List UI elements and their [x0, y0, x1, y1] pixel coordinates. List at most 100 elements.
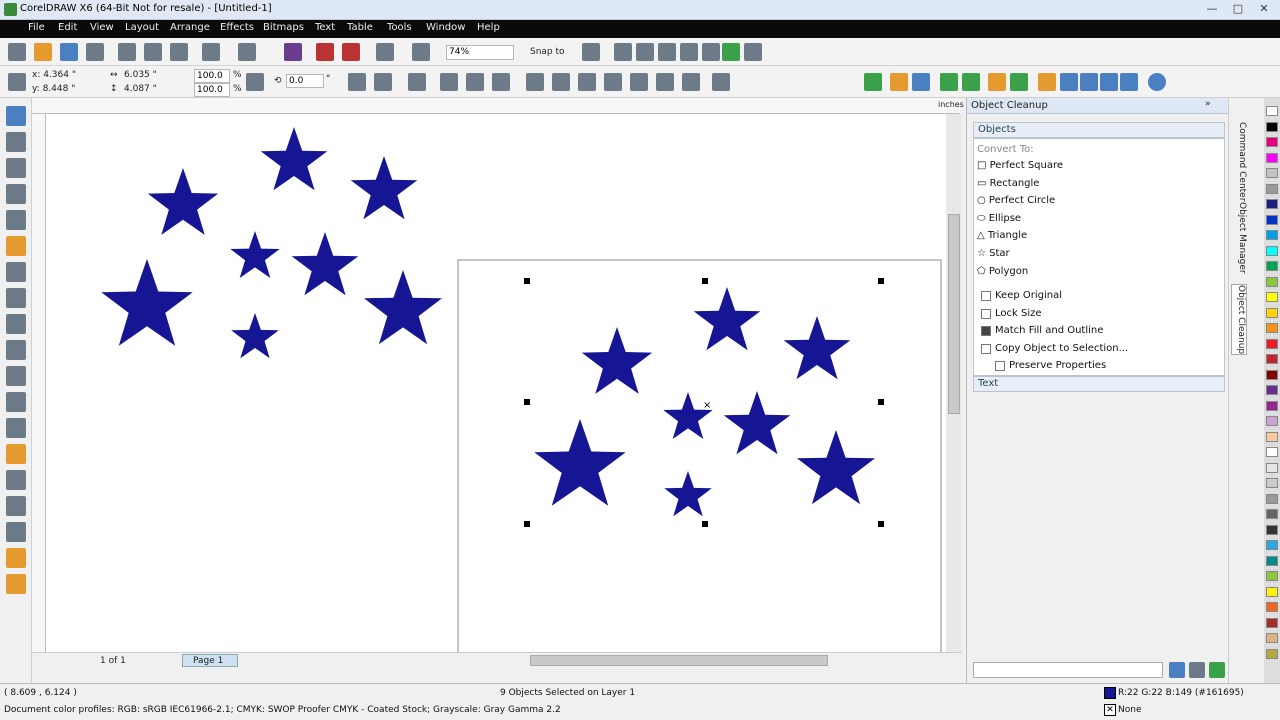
palette-swatch[interactable]	[1266, 152, 1278, 163]
selection-handle-1[interactable]	[524, 278, 530, 284]
palette-swatch[interactable]	[1266, 602, 1278, 612]
palette-swatch[interactable]	[1266, 214, 1278, 225]
drop-shadow-tool-icon[interactable]	[6, 470, 26, 490]
expand-icon[interactable]	[1060, 73, 1078, 91]
export-icon[interactable]	[342, 43, 360, 61]
menu-layout[interactable]: Layout	[125, 22, 159, 33]
page-tab[interactable]: Page 1	[182, 654, 238, 667]
palette-swatch[interactable]	[1266, 540, 1278, 550]
original-star-8[interactable]	[364, 270, 442, 345]
zoom-level-dropdown[interactable]: 74%	[446, 45, 514, 60]
image-icon[interactable]	[988, 73, 1006, 91]
layout-icon[interactable]	[1100, 73, 1118, 91]
menu-arrange[interactable]: Arrange	[170, 22, 210, 33]
snap-options-icon[interactable]	[582, 43, 600, 61]
front-minus-back-icon[interactable]	[630, 73, 648, 91]
redo-icon[interactable]	[238, 43, 256, 61]
palette-swatch[interactable]	[1266, 586, 1278, 597]
pen-icon[interactable]	[680, 43, 698, 61]
palette-swatch[interactable]	[1266, 183, 1278, 194]
palette-swatch[interactable]	[1266, 524, 1278, 535]
original-star-6[interactable]	[101, 259, 193, 346]
pick-tool-icon[interactable]	[6, 106, 26, 126]
options-icon[interactable]	[636, 43, 654, 61]
menu-window[interactable]: Window	[426, 22, 465, 33]
weld-icon[interactable]	[526, 73, 544, 91]
fill-tool-icon[interactable]	[6, 548, 26, 568]
favorite-star-icon[interactable]	[1038, 73, 1056, 91]
palette-swatch[interactable]	[1266, 168, 1278, 178]
connector-tool-icon[interactable]	[6, 444, 26, 464]
palette-swatch[interactable]	[1266, 462, 1278, 473]
publish-pdf-icon[interactable]	[376, 43, 394, 61]
original-star-3[interactable]	[350, 156, 418, 220]
palette-swatch[interactable]	[1266, 478, 1278, 488]
menu-bitmaps[interactable]: Bitmaps	[263, 22, 304, 33]
docker-expand-icon[interactable]: »	[1205, 99, 1211, 109]
ungroup-icon[interactable]	[466, 73, 484, 91]
docker-share-icon[interactable]	[1209, 662, 1225, 678]
scale-x-field[interactable]: 100.0	[194, 69, 230, 83]
palette-swatch[interactable]	[1266, 106, 1278, 116]
horizontal-scroll-thumb[interactable]	[530, 655, 828, 666]
import-icon[interactable]	[316, 43, 334, 61]
menu-text[interactable]: Text	[315, 22, 335, 33]
menu-file[interactable]: File	[28, 22, 45, 33]
x-position-field[interactable]: x: 4.364 "	[32, 70, 76, 80]
menu-table[interactable]: Table	[347, 22, 373, 33]
outline-pen-tool-icon[interactable]	[6, 522, 26, 542]
objects-section-header[interactable]: Objects	[973, 122, 1225, 138]
add-page-icon[interactable]	[722, 43, 740, 61]
undo-icon[interactable]	[202, 43, 220, 61]
palette-swatch[interactable]	[1266, 555, 1278, 566]
convert-perfect-circle-option[interactable]: ○ Perfect Circle	[977, 195, 1055, 206]
ellipse-tool-icon[interactable]	[6, 288, 26, 308]
snap-to-dropdown[interactable]: Snap to	[530, 47, 565, 57]
smart-fill-tool-icon[interactable]	[6, 236, 26, 256]
edit-pencil-icon[interactable]	[940, 73, 958, 91]
corel-connect-icon[interactable]	[284, 43, 302, 61]
palette-swatch[interactable]	[1266, 648, 1278, 659]
trim-icon[interactable]	[552, 73, 570, 91]
cut-icon[interactable]	[118, 43, 136, 61]
window-icon[interactable]	[1120, 73, 1138, 91]
print-icon[interactable]	[86, 43, 104, 61]
palette-swatch[interactable]	[1266, 354, 1278, 364]
menu-help[interactable]: Help	[477, 22, 500, 33]
object-origin-icon[interactable]	[8, 73, 26, 91]
rectangle-tool-icon[interactable]	[6, 262, 26, 282]
welcome-screen-icon[interactable]	[614, 43, 632, 61]
convert-rectangle-option[interactable]: ▭ Rectangle	[977, 178, 1039, 189]
eyedropper-tool-icon[interactable]	[6, 496, 26, 516]
page-icon[interactable]	[702, 43, 720, 61]
folder-icon[interactable]	[890, 73, 908, 91]
selection-handle-2[interactable]	[702, 278, 708, 284]
convert-ellipse-option[interactable]: ⬭ Ellipse	[977, 213, 1021, 224]
checkbox-2[interactable]	[981, 308, 991, 319]
drawing-canvas[interactable]: ×	[46, 114, 946, 654]
zoom-tool-icon[interactable]	[6, 184, 26, 204]
text-section-header[interactable]: Text	[973, 376, 1225, 392]
menu-effects[interactable]: Effects	[220, 22, 254, 33]
original-star-5[interactable]	[291, 232, 359, 296]
scale-y-field[interactable]: 100.0	[194, 83, 230, 97]
palette-swatch[interactable]	[1266, 385, 1278, 395]
selection-handle-5[interactable]	[878, 399, 884, 405]
shape-tool-icon[interactable]	[6, 132, 26, 152]
grid-icon[interactable]	[1080, 73, 1098, 91]
convert-triangle-option[interactable]: △ Triangle	[977, 230, 1027, 241]
mirror-vertical-icon[interactable]	[374, 73, 392, 91]
reload-icon[interactable]	[1010, 73, 1028, 91]
palette-swatch[interactable]	[1266, 137, 1278, 147]
help-icon[interactable]	[1148, 73, 1166, 91]
palette-swatch[interactable]	[1266, 292, 1278, 302]
y-position-field[interactable]: y: 8.448 "	[32, 84, 75, 94]
share-icon[interactable]	[864, 73, 882, 91]
paste-icon[interactable]	[170, 43, 188, 61]
checkbox-1[interactable]	[981, 291, 991, 301]
vertical-scrollbar[interactable]	[946, 114, 962, 654]
minimize-button[interactable]: —	[1200, 1, 1224, 17]
close-button[interactable]: ✕	[1252, 1, 1276, 17]
palette-swatch[interactable]	[1266, 633, 1278, 643]
tab-object-cleanup[interactable]: Object Cleanup	[1231, 284, 1247, 356]
